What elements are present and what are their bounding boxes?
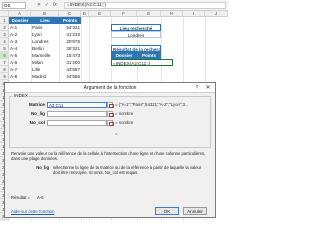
table-cell[interactable]: Berlin — [31, 45, 59, 52]
argument-result: = {"A-1";"Paris";54321;"A-2";"Lyon";3... — [115, 102, 189, 107]
table-cell[interactable]: A-7 — [9, 66, 31, 73]
dialog-title: Argument de la fonction — [5, 83, 215, 93]
argument-label: Matrice — [28, 102, 45, 107]
argument-help-label: No_lig — [36, 165, 49, 170]
table-cell[interactable]: 31'233 — [59, 31, 81, 38]
column-header[interactable]: F — [111, 11, 137, 17]
formula-input[interactable]: =INDEX(A2:C11;;) — [64, 2, 226, 9]
table-cell[interactable]: 31'200 — [59, 59, 81, 66]
formula-bar: G6 ✕ ✓ fx =INDEX(A2:C11;;) — [0, 0, 228, 11]
table-cell[interactable]: 15'473 — [59, 52, 81, 59]
table-header-cell[interactable]: Lieu — [31, 17, 59, 24]
argument-label: No_lig — [30, 111, 45, 116]
confirm-formula-icon[interactable]: ✓ — [44, 2, 50, 9]
function-name: INDEX — [13, 93, 30, 98]
table-cell[interactable]: 54'321 — [59, 24, 81, 31]
column-header[interactable]: G — [137, 11, 161, 17]
fx-icon[interactable]: fx — [52, 2, 58, 9]
help-icon[interactable]: ? — [193, 84, 201, 92]
row-header[interactable]: 5 — [0, 45, 9, 52]
formula-result-eq: = — [115, 131, 118, 136]
table-cell[interactable]: Londres — [31, 38, 59, 45]
table-cell[interactable]: Lyon — [31, 31, 59, 38]
range-select-icon[interactable] — [107, 102, 114, 108]
result-header-cell[interactable]: Dossier — [111, 52, 137, 59]
cancel-button[interactable]: Annuler — [183, 207, 207, 215]
table-cell[interactable]: Marseille — [31, 52, 59, 59]
no-col-input[interactable] — [47, 120, 107, 126]
ok-button[interactable]: OK — [155, 207, 179, 215]
argument-help-text: sélectionne la ligne de la matrice ou de… — [53, 165, 202, 175]
row-header[interactable]: 1 — [0, 17, 9, 24]
column-header[interactable]: E — [89, 11, 111, 17]
table-cell[interactable]: A-4 — [9, 45, 31, 52]
column-header[interactable]: J — [205, 11, 228, 17]
table-cell[interactable]: 43'657 — [59, 66, 81, 73]
result-label: Résultat = — [11, 195, 30, 200]
table-cell[interactable]: A-5 — [9, 52, 31, 59]
name-box[interactable]: G6 — [2, 2, 26, 9]
no-lig-input[interactable] — [47, 111, 107, 117]
table-cell[interactable]: Madrid — [31, 73, 59, 80]
argument-result: = nombre — [115, 111, 134, 116]
row-header[interactable]: 3 — [0, 31, 9, 38]
function-help-link[interactable]: Aide sur cette fonction — [11, 209, 54, 214]
argument-result: = nombre — [115, 120, 134, 125]
active-cell-formula[interactable]: =INDEX(A2:C11;;) — [111, 59, 173, 66]
table-header-cell[interactable]: Points — [59, 17, 81, 24]
row-header[interactable]: 2 — [0, 24, 9, 31]
table-cell[interactable]: A-1 — [9, 24, 31, 31]
range-select-icon[interactable] — [107, 120, 114, 126]
range-select-icon[interactable] — [107, 111, 114, 117]
lookup-place-label[interactable]: Lieu recherché — [111, 24, 161, 31]
function-arguments-dialog: Argument de la fonction ? ✕ INDEX Matric… — [4, 82, 216, 218]
table-cell[interactable]: Lille — [31, 66, 59, 73]
table-cell[interactable]: 24'566 — [59, 73, 81, 80]
table-cell[interactable]: 26'321 — [59, 45, 81, 52]
table-header-cell[interactable]: Dossier — [9, 17, 31, 24]
result-header-cell[interactable]: Points — [137, 52, 161, 59]
column-header[interactable]: I — [183, 11, 205, 17]
matrice-input[interactable]: A2:C11 — [47, 102, 107, 108]
result-value: A-5 — [37, 195, 44, 200]
table-cell[interactable]: A-8 — [9, 73, 31, 80]
table-cell[interactable]: A-2 — [9, 31, 31, 38]
table-cell[interactable]: A-6 — [9, 59, 31, 66]
row-header[interactable]: 6 — [0, 52, 9, 59]
row-header[interactable]: 7 — [0, 59, 9, 66]
close-icon[interactable]: ✕ — [204, 84, 212, 92]
cancel-formula-icon[interactable]: ✕ — [36, 2, 42, 9]
lookup-place-value[interactable]: Londres — [111, 31, 161, 38]
row-header[interactable]: 8 — [0, 66, 9, 73]
column-header[interactable]: H — [161, 11, 183, 17]
row-header[interactable]: 4 — [0, 38, 9, 45]
table-cell[interactable]: 20'876 — [59, 38, 81, 45]
argument-label: No_col — [29, 120, 45, 125]
table-cell[interactable]: Milan — [31, 59, 59, 66]
column-header[interactable]: D — [81, 11, 89, 17]
table-cell[interactable]: A-3 — [9, 38, 31, 45]
table-cell[interactable]: Paris — [31, 24, 59, 31]
lookup-result-label[interactable]: Résultat de la recherche — [111, 45, 161, 52]
function-description: Renvoie une valeur ou la référence de la… — [11, 151, 206, 161]
row-header[interactable]: 9 — [0, 73, 9, 80]
